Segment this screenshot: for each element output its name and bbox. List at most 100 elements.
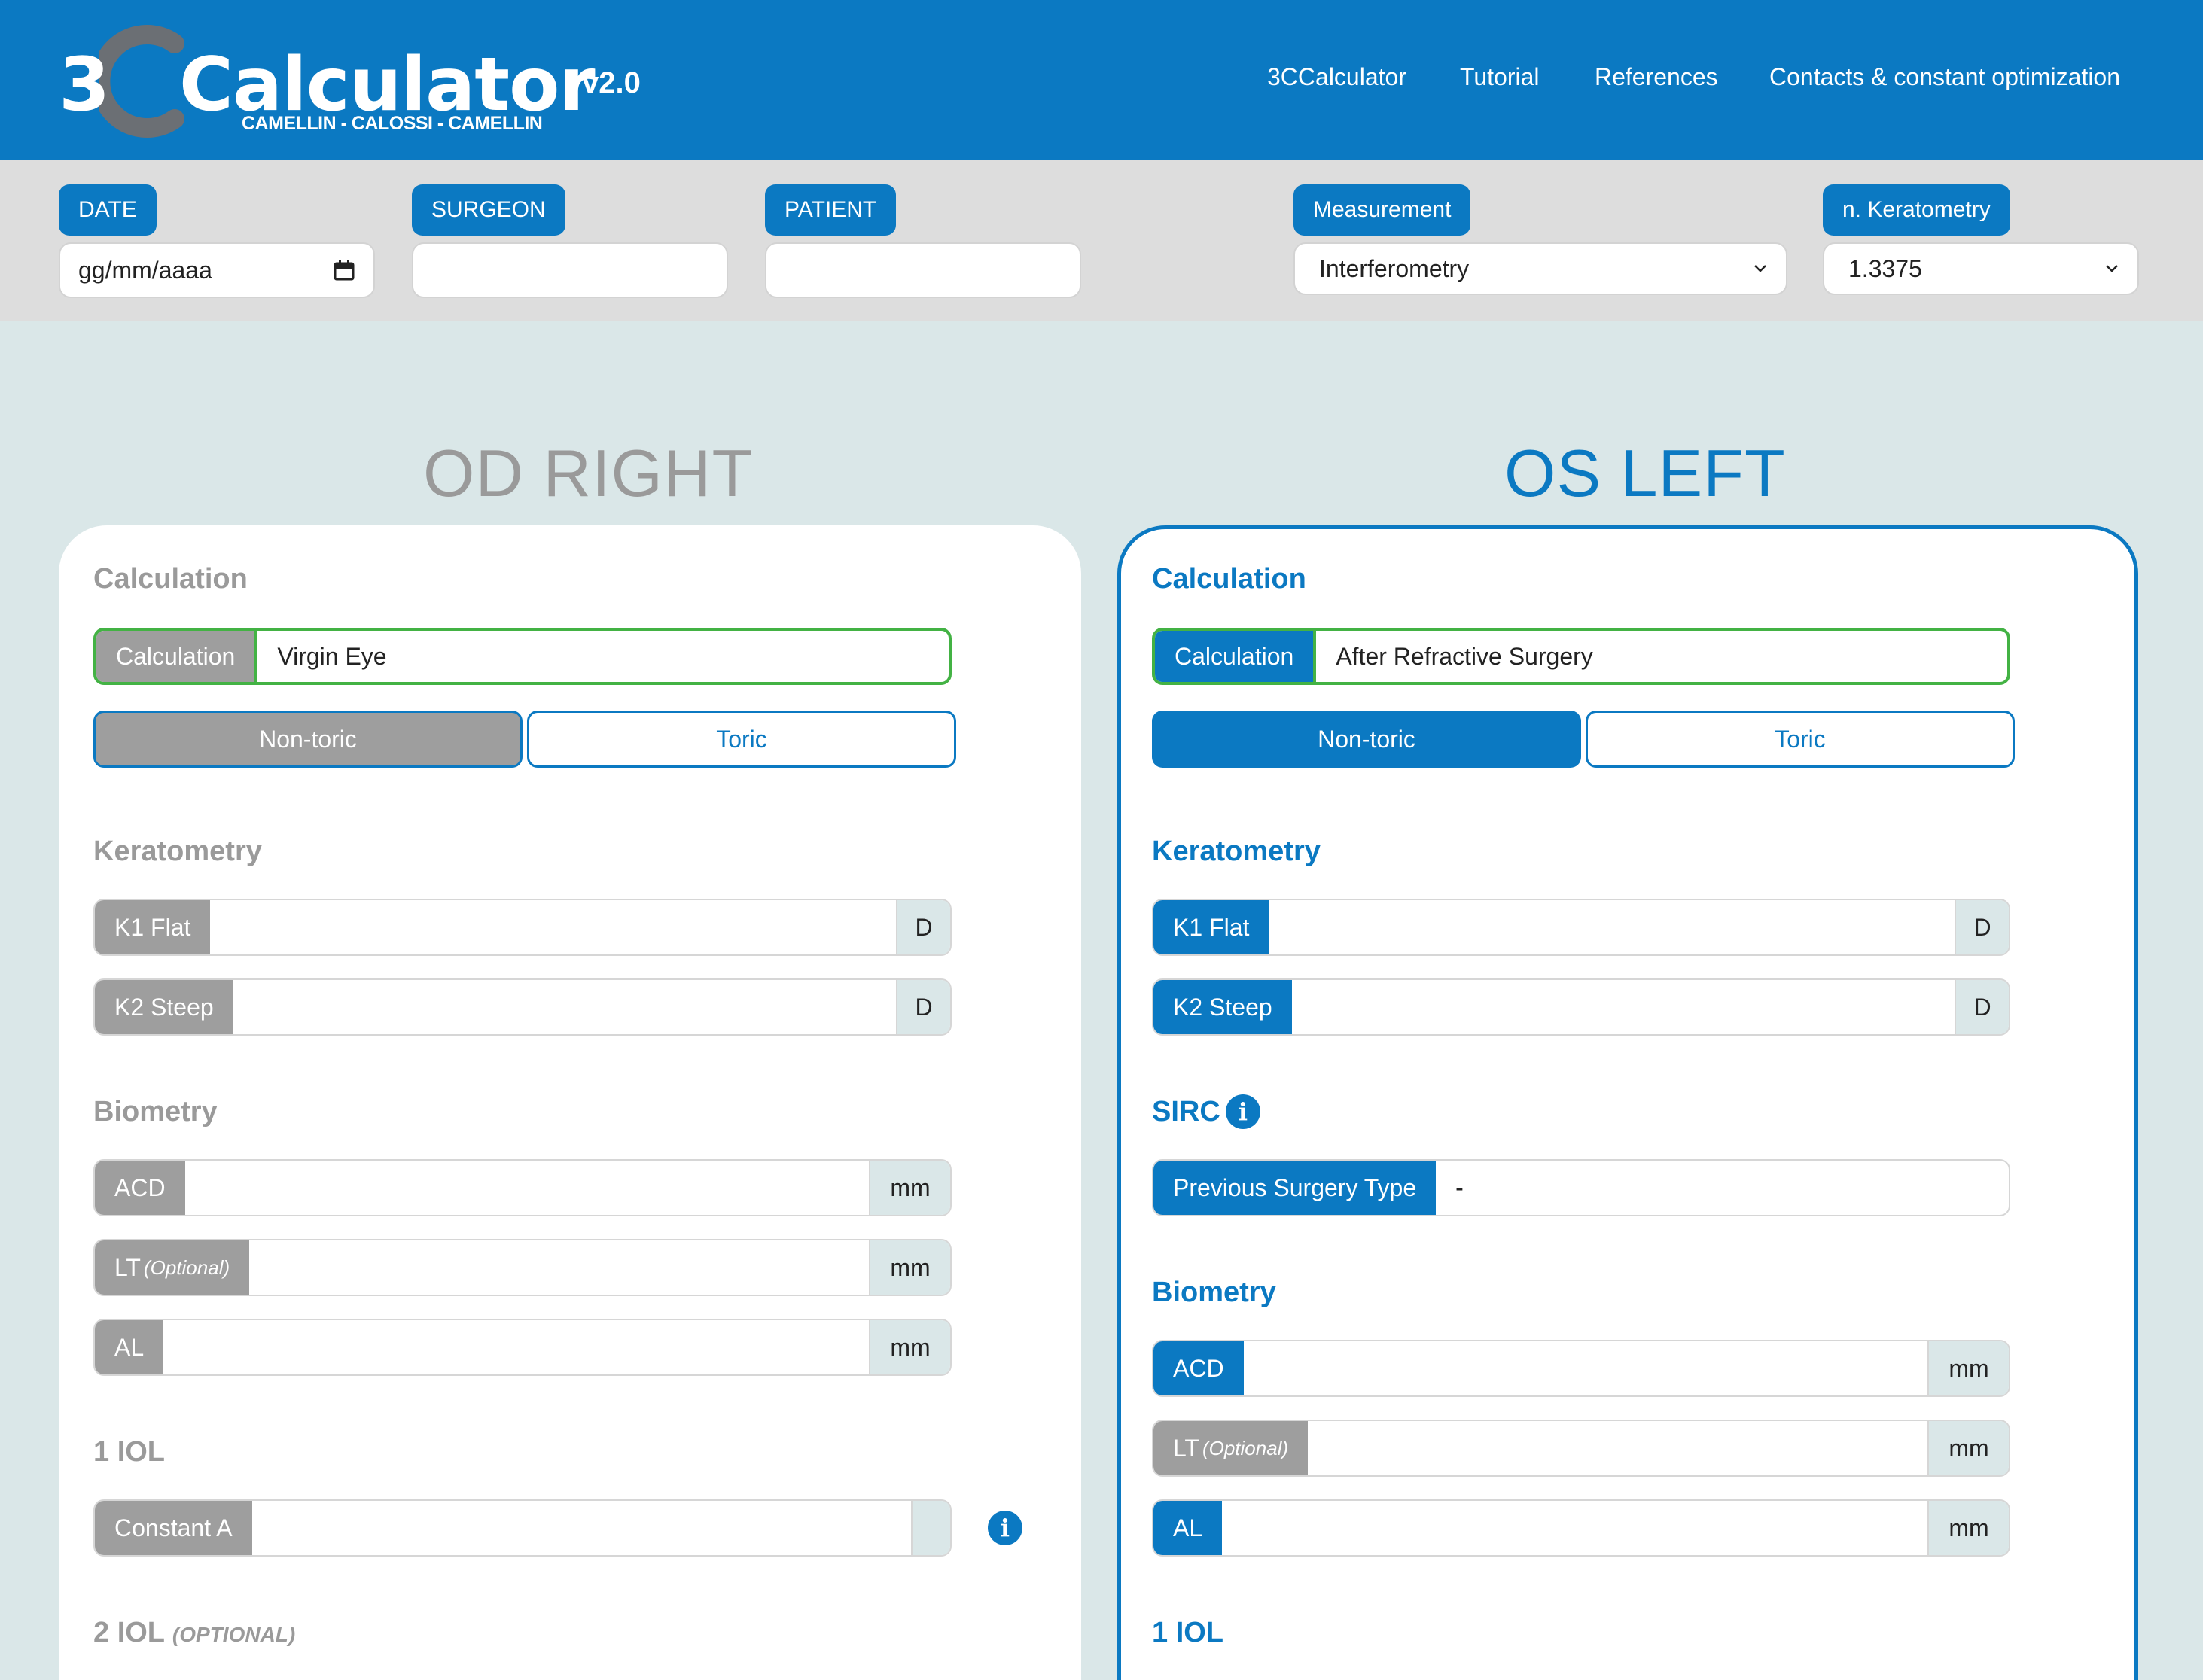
od-al-unit: mm <box>869 1320 950 1374</box>
os-k2-input[interactable] <box>1292 980 1955 1034</box>
os-k1-input-group[interactable]: K1 Flat D <box>1152 899 2010 956</box>
od-toric-button[interactable]: Toric <box>527 711 956 768</box>
os-keratometry-heading: Keratometry <box>1152 835 1321 867</box>
measurement-select[interactable]: Interferometry <box>1293 242 1787 295</box>
os-nontoric-button[interactable]: Non-toric <box>1152 711 1581 768</box>
os-acd-label: ACD <box>1153 1341 1244 1395</box>
od-iol2-heading-text: 2 IOL <box>93 1617 165 1648</box>
date-input[interactable]: gg/mm/aaaa <box>59 242 375 298</box>
os-sirc-heading: SIRC <box>1152 1096 1220 1128</box>
od-lt-input[interactable] <box>249 1240 869 1295</box>
od-constant-input-group[interactable]: Constant A <box>93 1499 952 1557</box>
od-al-label: AL <box>95 1320 164 1374</box>
os-acd-unit: mm <box>1927 1341 2009 1395</box>
od-al-input[interactable] <box>163 1320 869 1374</box>
measurement-label: Measurement <box>1293 184 1471 236</box>
os-sirc-info-icon[interactable]: i <box>1226 1094 1260 1129</box>
nav-tutorial[interactable]: Tutorial <box>1460 63 1540 91</box>
nav-3ccalculator[interactable]: 3CCalculator <box>1267 63 1406 91</box>
os-k1-unit: D <box>1955 900 2009 954</box>
od-calculation-heading: Calculation <box>93 563 248 595</box>
os-al-input-group[interactable]: AL mm <box>1152 1499 2010 1557</box>
chevron-down-icon <box>2106 265 2118 272</box>
od-k2-input-group[interactable]: K2 Steep D <box>93 978 952 1036</box>
os-calculation-label: Calculation <box>1155 631 1317 682</box>
od-k2-unit: D <box>896 980 950 1034</box>
os-al-unit: mm <box>1927 1501 2009 1555</box>
os-k1-label: K1 Flat <box>1153 900 1269 954</box>
od-constant-label: Constant A <box>95 1501 252 1555</box>
od-lt-unit: mm <box>869 1240 950 1295</box>
chevron-down-icon <box>1754 265 1766 272</box>
od-constant-input[interactable] <box>252 1501 911 1555</box>
od-calculation-value: Virgin Eye <box>277 642 387 670</box>
date-label: DATE <box>59 184 157 236</box>
os-acd-input[interactable] <box>1244 1341 1927 1395</box>
os-lt-unit: mm <box>1927 1421 2009 1475</box>
os-prev-surgery-value: - <box>1455 1173 1464 1201</box>
logo-subtitle: CAMELLIN - CALOSSI - CAMELLIN <box>242 113 543 134</box>
od-nontoric-button[interactable]: Non-toric <box>93 711 523 768</box>
od-lt-label-text: LT <box>114 1253 141 1281</box>
patient-label: PATIENT <box>765 184 897 236</box>
od-constant-info-icon[interactable]: i <box>988 1511 1022 1545</box>
os-k2-unit: D <box>1955 980 2009 1034</box>
od-lt-label: LT (Optional) <box>95 1240 250 1295</box>
od-iol1-heading: 1 IOL <box>93 1436 166 1468</box>
keratometry-index-select[interactable]: 1.3375 <box>1823 242 2139 295</box>
keratometry-index-value: 1.3375 <box>1848 254 1922 282</box>
os-lt-input[interactable] <box>1308 1421 1927 1475</box>
od-k1-label: K1 Flat <box>95 900 211 954</box>
measurement-value: Interferometry <box>1319 254 1470 282</box>
nav-references[interactable]: References <box>1595 63 1718 91</box>
os-lt-label: LT (Optional) <box>1153 1421 1309 1475</box>
patient-input[interactable] <box>765 242 1081 298</box>
os-al-input[interactable] <box>1222 1501 1927 1555</box>
right-eye-title[interactable]: OD RIGHT <box>423 435 753 512</box>
od-acd-input-group[interactable]: ACD mm <box>93 1159 952 1216</box>
os-biometry-heading: Biometry <box>1152 1277 1276 1308</box>
os-toric-button[interactable]: Toric <box>1586 711 2015 768</box>
surgeon-input[interactable] <box>412 242 728 298</box>
version-label: v2.0 <box>582 66 641 99</box>
keratometry-index-label: n. Keratometry <box>1823 184 2010 236</box>
os-k1-input[interactable] <box>1269 900 1955 954</box>
date-value: gg/mm/aaaa <box>78 256 212 284</box>
os-k2-label: K2 Steep <box>1153 980 1292 1034</box>
os-acd-input-group[interactable]: ACD mm <box>1152 1340 2010 1397</box>
os-lt-optional: (Optional) <box>1202 1436 1289 1459</box>
od-k2-input[interactable] <box>233 980 896 1034</box>
os-al-label: AL <box>1153 1501 1223 1555</box>
os-calculation-select[interactable]: Calculation After Refractive Surgery <box>1152 628 2010 685</box>
od-iol2-optional: (OPTIONAL) <box>172 1623 296 1646</box>
od-k1-input[interactable] <box>210 900 896 954</box>
od-iol2-heading: 2 IOL (OPTIONAL) <box>93 1617 295 1649</box>
os-prev-surgery-label: Previous Surgery Type <box>1153 1161 1437 1215</box>
od-constant-addon <box>911 1501 950 1555</box>
od-biometry-heading: Biometry <box>93 1096 218 1128</box>
os-prev-surgery-select[interactable]: Previous Surgery Type - <box>1152 1159 2010 1216</box>
od-k1-unit: D <box>896 900 950 954</box>
od-lt-input-group[interactable]: LT (Optional) mm <box>93 1239 952 1296</box>
logo-three: 3 <box>59 42 111 128</box>
os-lt-label-text: LT <box>1173 1434 1199 1462</box>
od-calculation-label: Calculation <box>96 631 258 682</box>
logo-ring-icon <box>99 25 184 138</box>
app-header: 3 Calculator CAMELLIN - CALOSSI - CAMELL… <box>0 0 2203 160</box>
od-acd-unit: mm <box>869 1161 950 1215</box>
left-eye-title[interactable]: OS LEFT <box>1504 435 1786 512</box>
od-al-input-group[interactable]: AL mm <box>93 1319 952 1376</box>
calendar-icon[interactable] <box>333 259 355 282</box>
nav-contacts[interactable]: Contacts & constant optimization <box>1769 63 2120 91</box>
od-acd-input[interactable] <box>185 1161 869 1215</box>
od-k2-label: K2 Steep <box>95 980 233 1034</box>
os-lt-input-group[interactable]: LT (Optional) mm <box>1152 1420 2010 1477</box>
od-lt-optional: (Optional) <box>143 1255 230 1279</box>
os-k2-input-group[interactable]: K2 Steep D <box>1152 978 2010 1036</box>
os-calculation-heading: Calculation <box>1152 563 1306 595</box>
os-iol1-heading: 1 IOL <box>1152 1617 1224 1648</box>
os-calculation-value: After Refractive Surgery <box>1336 642 1593 670</box>
od-k1-input-group[interactable]: K1 Flat D <box>93 899 952 956</box>
od-acd-label: ACD <box>95 1161 185 1215</box>
od-calculation-select[interactable]: Calculation Virgin Eye <box>93 628 952 685</box>
